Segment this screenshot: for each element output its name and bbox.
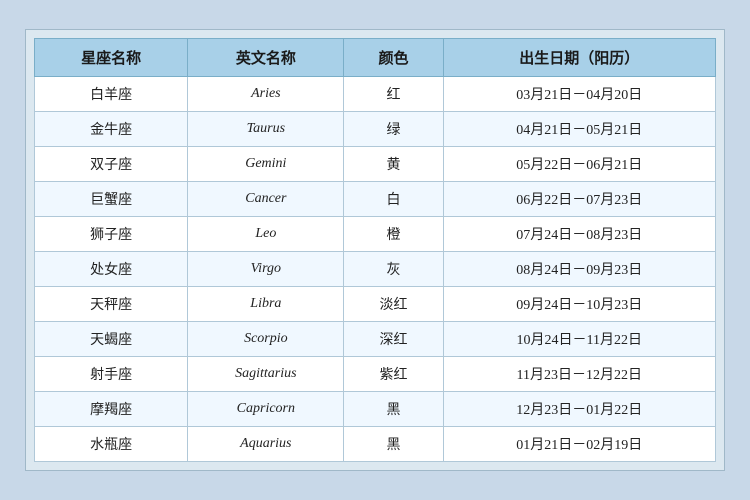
table-cell: 处女座: [35, 252, 188, 287]
table-cell: 金牛座: [35, 112, 188, 147]
table-cell: 绿: [344, 112, 443, 147]
table-cell: 水瓶座: [35, 427, 188, 462]
table-header-row: 星座名称英文名称颜色出生日期（阳历）: [35, 39, 716, 77]
table-row: 处女座Virgo灰08月24日－09月23日: [35, 252, 716, 287]
table-cell: 06月22日－07月23日: [443, 182, 715, 217]
table-cell: 10月24日－11月22日: [443, 322, 715, 357]
table-cell: 黑: [344, 392, 443, 427]
table-cell: Scorpio: [188, 322, 344, 357]
table-cell: Taurus: [188, 112, 344, 147]
table-cell: 灰: [344, 252, 443, 287]
table-cell: 09月24日－10月23日: [443, 287, 715, 322]
table-cell: 05月22日－06月21日: [443, 147, 715, 182]
table-row: 金牛座Taurus绿04月21日－05月21日: [35, 112, 716, 147]
table-row: 巨蟹座Cancer白06月22日－07月23日: [35, 182, 716, 217]
table-header-cell: 英文名称: [188, 39, 344, 77]
table-cell: Cancer: [188, 182, 344, 217]
table-cell: Leo: [188, 217, 344, 252]
table-cell: 摩羯座: [35, 392, 188, 427]
table-container: 星座名称英文名称颜色出生日期（阳历） 白羊座Aries红03月21日－04月20…: [25, 29, 725, 471]
table-cell: 天蝎座: [35, 322, 188, 357]
table-cell: 07月24日－08月23日: [443, 217, 715, 252]
table-cell: 04月21日－05月21日: [443, 112, 715, 147]
table-cell: 白羊座: [35, 77, 188, 112]
table-cell: 紫红: [344, 357, 443, 392]
table-row: 水瓶座Aquarius黑01月21日－02月19日: [35, 427, 716, 462]
table-body: 白羊座Aries红03月21日－04月20日金牛座Taurus绿04月21日－0…: [35, 77, 716, 462]
table-cell: Virgo: [188, 252, 344, 287]
table-row: 双子座Gemini黄05月22日－06月21日: [35, 147, 716, 182]
table-cell: 天秤座: [35, 287, 188, 322]
table-cell: 巨蟹座: [35, 182, 188, 217]
table-cell: 深红: [344, 322, 443, 357]
table-cell: 白: [344, 182, 443, 217]
table-cell: Aquarius: [188, 427, 344, 462]
table-row: 白羊座Aries红03月21日－04月20日: [35, 77, 716, 112]
table-header-cell: 出生日期（阳历）: [443, 39, 715, 77]
table-row: 射手座Sagittarius紫红11月23日－12月22日: [35, 357, 716, 392]
table-cell: 淡红: [344, 287, 443, 322]
table-header-cell: 颜色: [344, 39, 443, 77]
table-header-cell: 星座名称: [35, 39, 188, 77]
table-cell: Capricorn: [188, 392, 344, 427]
table-cell: 黑: [344, 427, 443, 462]
table-cell: 黄: [344, 147, 443, 182]
table-cell: 03月21日－04月20日: [443, 77, 715, 112]
table-row: 摩羯座Capricorn黑12月23日－01月22日: [35, 392, 716, 427]
table-cell: 橙: [344, 217, 443, 252]
table-cell: 红: [344, 77, 443, 112]
table-cell: 射手座: [35, 357, 188, 392]
table-cell: 12月23日－01月22日: [443, 392, 715, 427]
zodiac-table: 星座名称英文名称颜色出生日期（阳历） 白羊座Aries红03月21日－04月20…: [34, 38, 716, 462]
table-cell: 狮子座: [35, 217, 188, 252]
table-cell: 双子座: [35, 147, 188, 182]
table-cell: Libra: [188, 287, 344, 322]
table-cell: Aries: [188, 77, 344, 112]
table-cell: 11月23日－12月22日: [443, 357, 715, 392]
table-cell: Sagittarius: [188, 357, 344, 392]
table-row: 天秤座Libra淡红09月24日－10月23日: [35, 287, 716, 322]
table-row: 狮子座Leo橙07月24日－08月23日: [35, 217, 716, 252]
table-row: 天蝎座Scorpio深红10月24日－11月22日: [35, 322, 716, 357]
table-cell: 08月24日－09月23日: [443, 252, 715, 287]
table-cell: 01月21日－02月19日: [443, 427, 715, 462]
table-cell: Gemini: [188, 147, 344, 182]
